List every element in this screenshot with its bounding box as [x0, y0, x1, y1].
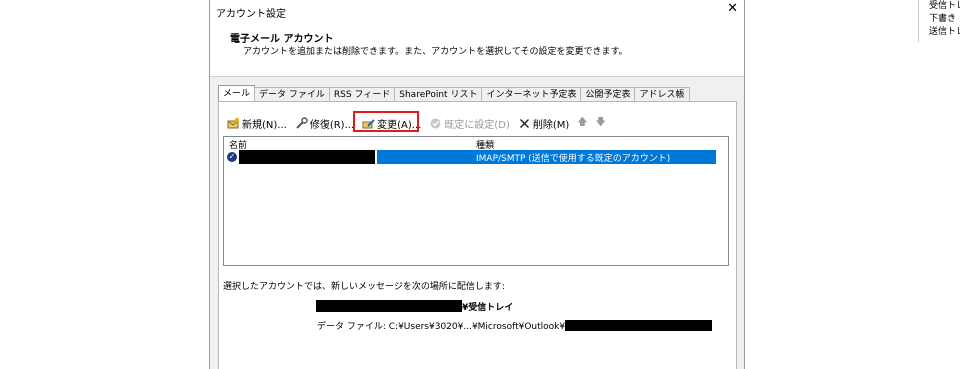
set-default-icon: [429, 117, 442, 130]
new-account-button[interactable]: 新規(N)...: [224, 114, 290, 132]
mail-tab-panel: 新規(N)... 修復(R)... 変更(A)... 既定に設定(D) 削除(M…: [218, 101, 737, 369]
remove-button[interactable]: 削除(M): [515, 114, 572, 132]
repair-icon: [295, 116, 308, 130]
delivery-folder: ¥受信トレイ: [316, 300, 514, 313]
remove-x-icon: [518, 117, 531, 130]
folder-inbox[interactable]: 受信トレイ: [919, 0, 960, 13]
dialog-title: アカウント設定: [216, 9, 286, 20]
account-list[interactable]: 名前 種類 ✓ IMAP/SMTP (送信で使用する既定のアカウント): [223, 136, 729, 266]
data-file-prefix: データ ファイル: C:¥Users¥3020¥...¥Microsoft¥Ou…: [317, 321, 566, 332]
move-down-button[interactable]: 🡇: [593, 114, 609, 132]
tab-address-books[interactable]: アドレス帳: [634, 87, 690, 102]
account-settings-dialog: アカウント設定 ✕ 電子メール アカウント アカウントを追加または削除できます。…: [209, 0, 745, 369]
arrow-down-icon: 🡇: [595, 116, 606, 128]
tab-mail[interactable]: メール: [218, 85, 256, 102]
tab-rss-feeds[interactable]: RSS フィード: [328, 87, 396, 102]
repair-label: 修復(R)...: [309, 119, 355, 131]
arrow-up-icon: 🡅: [577, 116, 588, 128]
dialog-subheading: アカウントを追加または削除できます。また、アカウントを選択してその設定を変更でき…: [243, 47, 628, 57]
folder-drafts[interactable]: 下書き: [919, 13, 960, 26]
set-default-button[interactable]: 既定に設定(D): [426, 114, 513, 132]
close-icon[interactable]: ✕: [727, 1, 738, 16]
tab-bar: メール データ ファイル RSS フィード SharePoint リスト インタ…: [218, 85, 690, 102]
account-type: IMAP/SMTP (送信で使用する既定のアカウント): [476, 154, 671, 164]
change-button-highlight: [353, 111, 419, 132]
redacted-mailbox-name: [316, 300, 462, 312]
new-account-icon: [227, 117, 240, 130]
background-folder-pane: 受信トレイ 下書き 送信トレイ: [918, 0, 960, 42]
list-header: 名前 種類: [224, 137, 728, 151]
remove-label: 削除(M): [532, 119, 570, 131]
new-account-label: 新規(N)...: [242, 119, 287, 131]
tab-internet-calendars[interactable]: インターネット予定表: [481, 87, 582, 102]
account-row[interactable]: ✓ IMAP/SMTP (送信で使用する既定のアカウント): [224, 150, 716, 164]
tab-sharepoint-lists[interactable]: SharePoint リスト: [394, 87, 483, 102]
account-name-redacted: [239, 150, 375, 164]
delivery-label: 選択したアカウントでは、新しいメッセージを次の場所に配信します:: [223, 282, 505, 292]
tab-published-calendars[interactable]: 公開予定表: [580, 87, 636, 102]
repair-button[interactable]: 修復(R)...: [292, 114, 357, 132]
set-default-label: 既定に設定(D): [444, 119, 510, 131]
folder-outbox[interactable]: 送信トレイ: [919, 26, 960, 39]
dialog-heading: 電子メール アカウント: [230, 34, 334, 45]
move-up-button[interactable]: 🡅: [574, 114, 590, 132]
data-file-path: データ ファイル: C:¥Users¥3020¥...¥Microsoft¥Ou…: [317, 319, 713, 332]
tab-data-files[interactable]: データ ファイル: [254, 87, 330, 102]
dialog-header: アカウント設定 ✕ 電子メール アカウント アカウントを追加または削除できます。…: [210, 0, 744, 77]
redacted-file-name: [565, 319, 713, 331]
inbox-suffix: ¥受信トレイ: [462, 302, 514, 313]
default-account-check-icon: ✓: [227, 152, 237, 162]
